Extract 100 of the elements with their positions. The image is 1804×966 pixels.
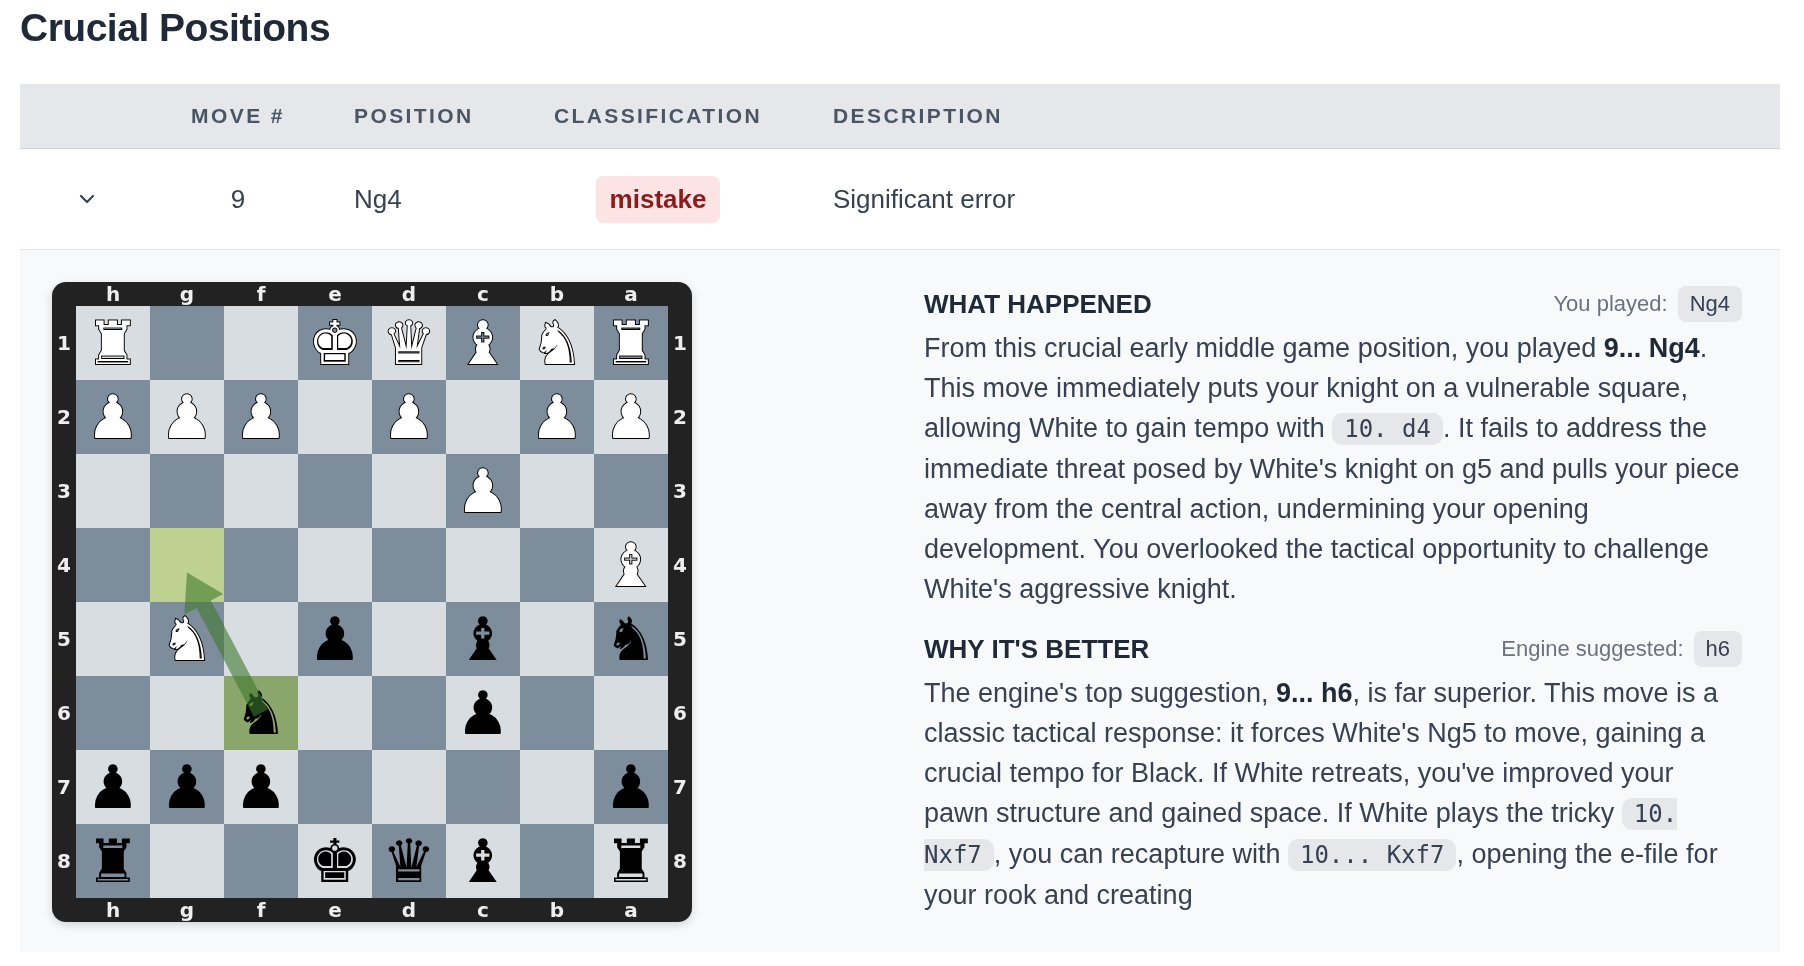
chess-piece[interactable]: ♝ xyxy=(456,313,510,373)
board-square[interactable]: ♟ xyxy=(76,750,150,824)
board-square[interactable]: ♟ xyxy=(150,750,224,824)
board-square[interactable]: ♟ xyxy=(76,380,150,454)
board-square[interactable]: ♟ xyxy=(298,602,372,676)
board-square[interactable]: ♞ xyxy=(594,602,668,676)
chess-piece[interactable]: ♟ xyxy=(604,757,658,817)
board-square[interactable]: ♚ xyxy=(298,824,372,898)
chess-piece[interactable]: ♟ xyxy=(86,387,140,447)
board-square[interactable]: ♟ xyxy=(372,380,446,454)
board-square[interactable] xyxy=(520,824,594,898)
board-square[interactable]: ♟ xyxy=(520,380,594,454)
board-square[interactable] xyxy=(150,528,224,602)
move-label: Engine suggested: xyxy=(1501,636,1684,662)
board-square[interactable] xyxy=(150,676,224,750)
board-square[interactable] xyxy=(76,454,150,528)
chess-piece[interactable]: ♟ xyxy=(86,757,140,817)
chess-piece[interactable]: ♜ xyxy=(86,831,140,891)
file-label: f xyxy=(255,898,267,922)
board-square[interactable] xyxy=(298,528,372,602)
chess-piece[interactable]: ♟ xyxy=(308,609,362,669)
board-square[interactable]: ♟ xyxy=(224,750,298,824)
file-label: g xyxy=(178,282,196,306)
board-square[interactable]: ♝ xyxy=(446,824,520,898)
board-square[interactable] xyxy=(372,676,446,750)
chess-piece[interactable]: ♛ xyxy=(382,831,436,891)
chess-piece[interactable]: ♚ xyxy=(308,831,362,891)
file-label: b xyxy=(548,282,566,306)
board-square[interactable] xyxy=(594,676,668,750)
board-square[interactable] xyxy=(446,750,520,824)
board-square[interactable] xyxy=(76,528,150,602)
board-square[interactable] xyxy=(150,306,224,380)
chess-piece[interactable]: ♜ xyxy=(604,313,658,373)
file-label: b xyxy=(548,898,566,922)
board-square[interactable] xyxy=(520,602,594,676)
board-square[interactable] xyxy=(76,676,150,750)
chess-piece[interactable]: ♟ xyxy=(234,387,288,447)
board-square[interactable] xyxy=(224,306,298,380)
chess-piece[interactable]: ♝ xyxy=(456,831,510,891)
board-square[interactable] xyxy=(372,454,446,528)
chevron-icon[interactable] xyxy=(78,193,96,205)
board-square[interactable]: ♜ xyxy=(594,306,668,380)
board-square[interactable] xyxy=(520,528,594,602)
column-header: DESCRIPTION xyxy=(832,104,1004,128)
file-label: h xyxy=(104,282,122,306)
rank-label: 1 xyxy=(56,330,72,357)
board-square[interactable] xyxy=(224,454,298,528)
chess-piece[interactable]: ♝ xyxy=(456,609,510,669)
board-square[interactable]: ♟ xyxy=(224,380,298,454)
rank-label: 3 xyxy=(56,478,72,505)
file-label: f xyxy=(255,282,267,306)
board-square[interactable]: ♟ xyxy=(594,750,668,824)
chess-piece[interactable]: ♜ xyxy=(604,831,658,891)
file-label: g xyxy=(178,898,196,922)
board-square[interactable] xyxy=(520,750,594,824)
file-label: d xyxy=(400,898,418,922)
page-title: Crucial Positions xyxy=(20,5,332,51)
board-square[interactable] xyxy=(372,750,446,824)
board-square[interactable]: ♞ xyxy=(224,676,298,750)
board-square[interactable] xyxy=(150,454,224,528)
chess-piece[interactable]: ♟ xyxy=(382,387,436,447)
board-square[interactable] xyxy=(76,602,150,676)
board-square[interactable] xyxy=(224,824,298,898)
board-square[interactable] xyxy=(298,380,372,454)
board-square[interactable] xyxy=(446,380,520,454)
board-square[interactable]: ♚ xyxy=(298,306,372,380)
board-square[interactable]: ♝ xyxy=(446,306,520,380)
board-square[interactable] xyxy=(224,602,298,676)
board-square[interactable] xyxy=(520,676,594,750)
chess-piece[interactable]: ♚ xyxy=(308,313,362,373)
chess-piece[interactable]: ♟ xyxy=(530,387,584,447)
chess-piece[interactable]: ♞ xyxy=(604,609,658,669)
board-square[interactable]: ♞ xyxy=(150,602,224,676)
board-square[interactable]: ♜ xyxy=(594,824,668,898)
chess-piece[interactable]: ♟ xyxy=(160,757,214,817)
board-square[interactable] xyxy=(224,528,298,602)
rank-label: 5 xyxy=(672,626,688,653)
chess-piece[interactable]: ♟ xyxy=(456,683,510,743)
board-square[interactable]: ♝ xyxy=(446,602,520,676)
chess-piece[interactable]: ♞ xyxy=(160,609,214,669)
move-chip: h6 xyxy=(1693,631,1742,667)
board-square[interactable]: ♛ xyxy=(372,824,446,898)
board-square[interactable]: ♜ xyxy=(76,824,150,898)
board-square[interactable]: ♟ xyxy=(446,454,520,528)
board-square[interactable] xyxy=(372,528,446,602)
section-heading: WHAT HAPPENED xyxy=(924,288,1152,320)
board-square[interactable] xyxy=(594,454,668,528)
move-label: You played: xyxy=(1553,291,1668,317)
board-square[interactable] xyxy=(150,824,224,898)
file-label: c xyxy=(476,282,490,306)
chess-piece[interactable]: ♟ xyxy=(456,461,510,521)
board-square[interactable] xyxy=(520,454,594,528)
board-square[interactable] xyxy=(372,602,446,676)
board-square[interactable] xyxy=(446,528,520,602)
board-square[interactable] xyxy=(298,454,372,528)
board-square[interactable] xyxy=(298,676,372,750)
board-square[interactable] xyxy=(298,750,372,824)
chess-piece[interactable]: ♟ xyxy=(234,757,288,817)
chess-piece[interactable]: ♞ xyxy=(234,683,288,743)
board-square[interactable]: ♟ xyxy=(446,676,520,750)
